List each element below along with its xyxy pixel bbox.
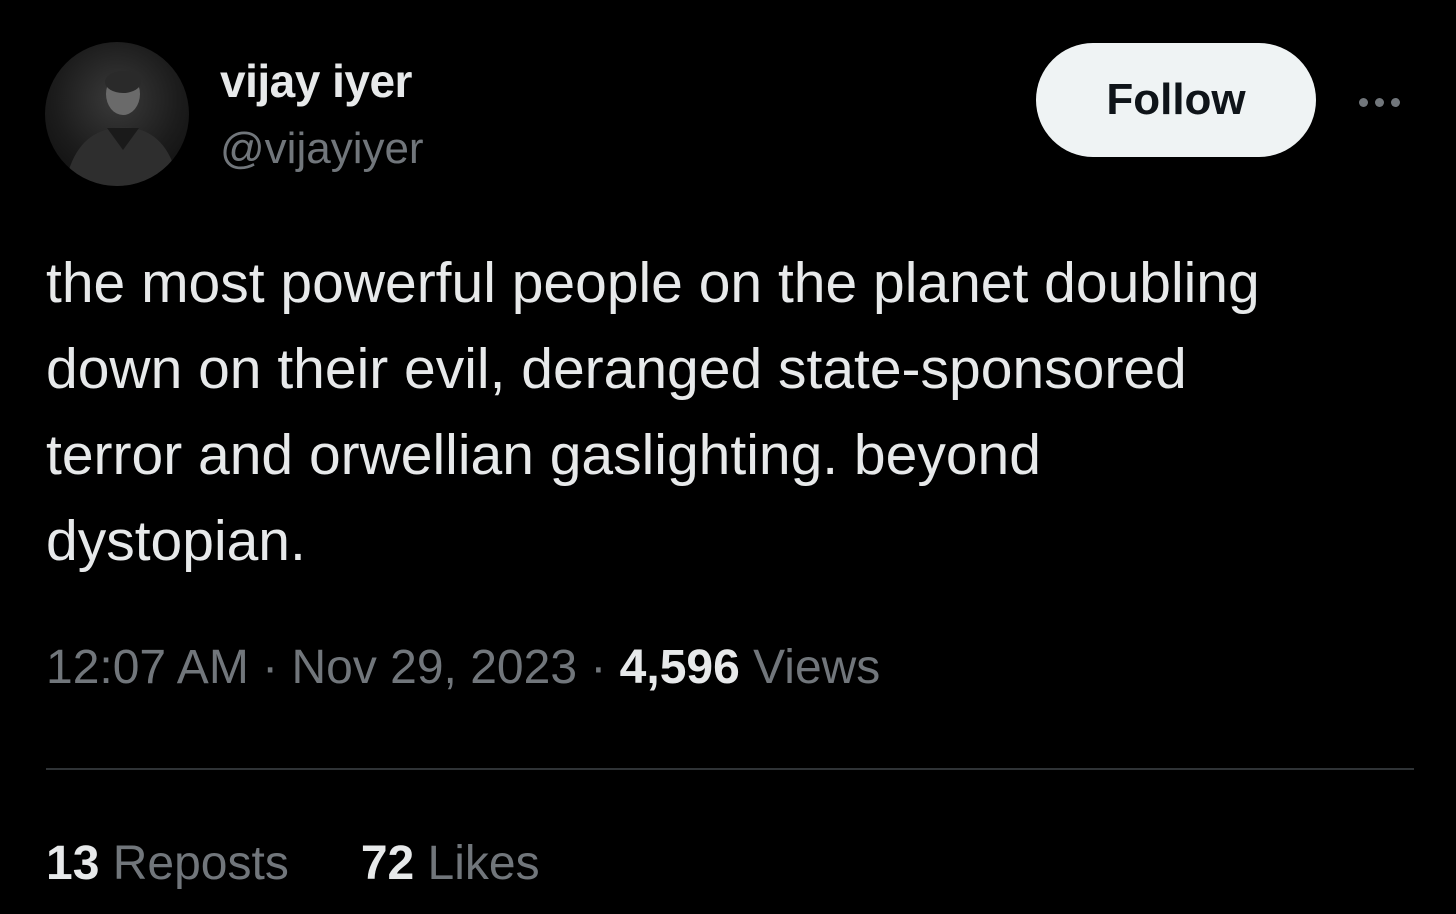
reposts-link[interactable]: 13 Reposts [46, 837, 289, 890]
tweet-text-line: terror and orwellian gaslighting. beyond [46, 423, 1041, 487]
views-label: Views [739, 641, 881, 694]
tweet-card: vijay iyer @vijayiyer Follow the most po… [0, 0, 1456, 914]
user-handle[interactable]: @vijayiyer [220, 124, 424, 174]
tweet-text-line: the most powerful people on the planet d… [46, 251, 1260, 315]
likes-count: 72 [360, 837, 415, 890]
more-options-button[interactable] [1344, 82, 1414, 122]
more-horizontal-icon-dot [1390, 97, 1400, 107]
reposts-count: 13 [46, 837, 100, 890]
tweet-text-line: dystopian. [46, 509, 306, 573]
tweet-time[interactable]: 12:07 AM [46, 641, 249, 694]
likes-label: Likes [414, 837, 540, 890]
follow-button[interactable]: Follow [1036, 43, 1316, 157]
avatar[interactable] [45, 42, 189, 186]
display-name[interactable]: vijay iyer [220, 54, 412, 108]
tweet-text-line: down on their evil, deranged state-spons… [46, 337, 1187, 401]
tweet-date[interactable]: Nov 29, 2023 [291, 641, 577, 694]
likes-link[interactable]: 72 Likes [361, 837, 540, 890]
avatar-photo [65, 71, 179, 186]
tweet-text: the most powerful people on the planet d… [46, 240, 1426, 584]
views-count: 4,596 [619, 641, 740, 694]
meta-separator: · [248, 641, 292, 694]
engagement-stats: 13 Reposts 72 Likes [46, 836, 540, 891]
divider [46, 768, 1414, 770]
more-horizontal-icon [1358, 97, 1368, 107]
reposts-label: Reposts [99, 837, 289, 890]
tweet-meta: 12:07 AM · Nov 29, 2023 · 4,596 Views [46, 640, 880, 695]
more-horizontal-icon-dot [1374, 97, 1384, 107]
meta-separator: · [577, 641, 620, 694]
